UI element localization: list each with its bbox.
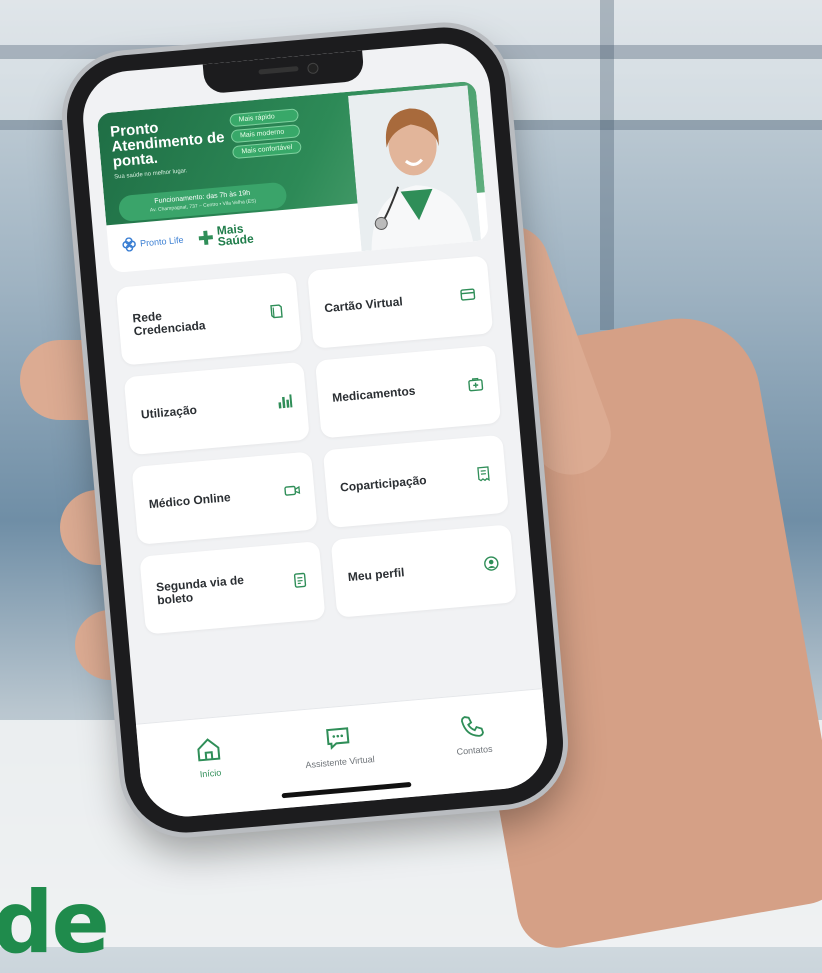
tab-inicio[interactable]: Início — [177, 734, 240, 781]
mais-saude-icon — [198, 230, 213, 245]
doctor-photo — [348, 85, 482, 252]
menu-card-label: Segunda via de boleto — [155, 572, 245, 608]
menu-card-label: Rede Credenciada — [131, 308, 207, 339]
banner-logos: Pronto Life Mais Saúde — [121, 222, 258, 256]
menu-card-label: Meu perfil — [347, 565, 406, 585]
card-icon — [460, 288, 476, 301]
promo-banner[interactable]: Pronto Atendimento de ponta. Sua saúde n… — [96, 80, 490, 274]
mais-saude-text: Mais Saúde — [216, 221, 255, 249]
menu-card-coparticipacao[interactable]: Coparticipação — [322, 434, 509, 529]
menu-card-label: Cartão Virtual — [323, 294, 404, 316]
menu-card-meu-perfil[interactable]: Meu perfil — [330, 524, 517, 618]
bar-chart-icon — [278, 394, 293, 409]
menu-card-medico-online[interactable]: Médico Online — [131, 451, 318, 545]
app-screen: Pronto Atendimento de ponta. Sua saúde n… — [79, 39, 551, 821]
document-icon — [293, 572, 307, 588]
tab-assistente-virtual[interactable]: Assistente Virtual — [282, 720, 395, 771]
menu-grid: Rede Credenciada Cartão Virtual Utilizaç… — [115, 255, 517, 635]
home-icon — [197, 738, 221, 762]
window-bar — [600, 0, 614, 330]
pronto-life-logo: Pronto Life — [122, 233, 185, 252]
menu-card-cartao-virtual[interactable]: Cartão Virtual — [307, 255, 494, 349]
menu-card-label: Medicamentos — [331, 383, 416, 405]
tab-label: Assistente Virtual — [305, 754, 376, 771]
receipt-icon — [477, 466, 490, 482]
phone-icon — [461, 716, 484, 737]
home-indicator[interactable] — [281, 781, 412, 799]
mais-saude-logo: Mais Saúde — [196, 222, 258, 249]
tab-label: Contatos — [456, 743, 493, 757]
tab-contatos[interactable]: Contatos — [436, 710, 509, 758]
phone: Pronto Atendimento de ponta. Sua saúde n… — [61, 22, 569, 838]
banner-pills: Mais rápido Mais moderno Mais confortáve… — [229, 108, 302, 160]
tab-label: Início — [199, 767, 222, 780]
user-icon — [484, 556, 499, 571]
video-icon — [284, 485, 301, 496]
menu-card-medicamentos[interactable]: Medicamentos — [314, 345, 502, 439]
chat-icon — [326, 727, 350, 750]
menu-card-segunda-via-boleto[interactable]: Segunda via de boleto — [139, 541, 326, 635]
front-camera — [307, 62, 319, 75]
medical-kit-icon — [468, 377, 484, 392]
menu-card-utilizacao[interactable]: Utilização — [123, 361, 310, 456]
book-icon — [270, 304, 283, 319]
menu-card-label: Coparticipação — [339, 473, 428, 495]
menu-card-label: Médico Online — [148, 490, 232, 512]
pronto-life-text: Pronto Life — [139, 234, 184, 249]
menu-card-label: Utilização — [140, 402, 198, 422]
menu-card-rede-credenciada[interactable]: Rede Credenciada — [115, 272, 302, 366]
speaker — [258, 66, 299, 75]
background-heading: de — [0, 873, 110, 973]
pronto-life-icon — [122, 237, 136, 252]
